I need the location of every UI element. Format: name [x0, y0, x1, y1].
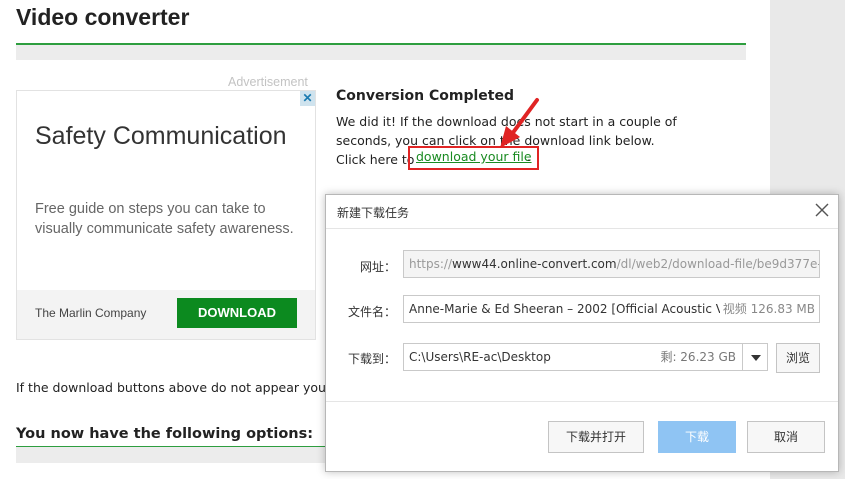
- chevron-down-icon: [751, 355, 761, 361]
- url-path: /dl/web2/download-file/be9d377e-fe: [616, 257, 820, 271]
- new-download-dialog: 新建下载任务 网址： https://www44.online-convert.…: [325, 194, 839, 472]
- url-label: 网址：: [359, 260, 396, 274]
- conversion-line-3-prefix: Click here to: [336, 152, 415, 167]
- dialog-title: 新建下载任务: [337, 206, 410, 220]
- dialog-close-icon[interactable]: [814, 202, 830, 218]
- free-space-info: 剩: 26.23 GB: [660, 350, 736, 364]
- ad-download-button[interactable]: DOWNLOAD: [177, 298, 297, 328]
- dialog-footer-divider: [326, 401, 838, 402]
- save-to-label: 下载到：: [347, 352, 396, 366]
- browse-button[interactable]: 浏览: [776, 343, 820, 373]
- ad-close-icon[interactable]: ✕: [300, 91, 315, 106]
- download-button[interactable]: 下载: [658, 421, 736, 453]
- filename-field[interactable]: Anne-Marie & Ed Sheeran – 2002 [Official…: [403, 295, 820, 323]
- advertisement-label: Advertisement: [228, 75, 308, 89]
- file-size-info: 视频 126.83 MB: [719, 296, 815, 322]
- ad-footer: The Marlin Company DOWNLOAD: [17, 290, 315, 339]
- save-directory-value: C:\Users\RE-ac\Desktop: [409, 350, 551, 364]
- footer-band: [16, 447, 326, 463]
- ad-banner[interactable]: ✕ Safety Communication Free guide on ste…: [16, 90, 316, 340]
- url-field[interactable]: https://www44.online-convert.com/dl/web2…: [403, 250, 820, 278]
- save-directory-field[interactable]: C:\Users\RE-ac\Desktop 剩: 26.23 GB: [403, 343, 743, 371]
- dialog-title-divider: [326, 228, 838, 229]
- fallback-instructions: If the download buttons above do not app…: [16, 380, 326, 395]
- ad-headline: Safety Communication: [35, 122, 287, 150]
- url-scheme: https://: [409, 257, 453, 271]
- ad-company-name: The Marlin Company: [35, 306, 147, 320]
- url-host: www44.online-convert.com: [452, 257, 617, 271]
- header-band: [16, 45, 746, 60]
- cancel-button[interactable]: 取消: [747, 421, 825, 453]
- directory-dropdown-button[interactable]: [742, 343, 768, 371]
- download-and-open-button[interactable]: 下载并打开: [548, 421, 644, 453]
- filename-value: Anne-Marie & Ed Sheeran – 2002 [Official…: [409, 302, 727, 316]
- conversion-title: Conversion Completed: [336, 88, 514, 104]
- options-heading: You now have the following options:: [16, 426, 314, 442]
- red-arrow-icon: [500, 98, 539, 148]
- filename-label: 文件名：: [347, 305, 396, 319]
- page-title: Video converter: [16, 4, 190, 30]
- ad-body-text: Free guide on steps you can take to visu…: [35, 201, 294, 237]
